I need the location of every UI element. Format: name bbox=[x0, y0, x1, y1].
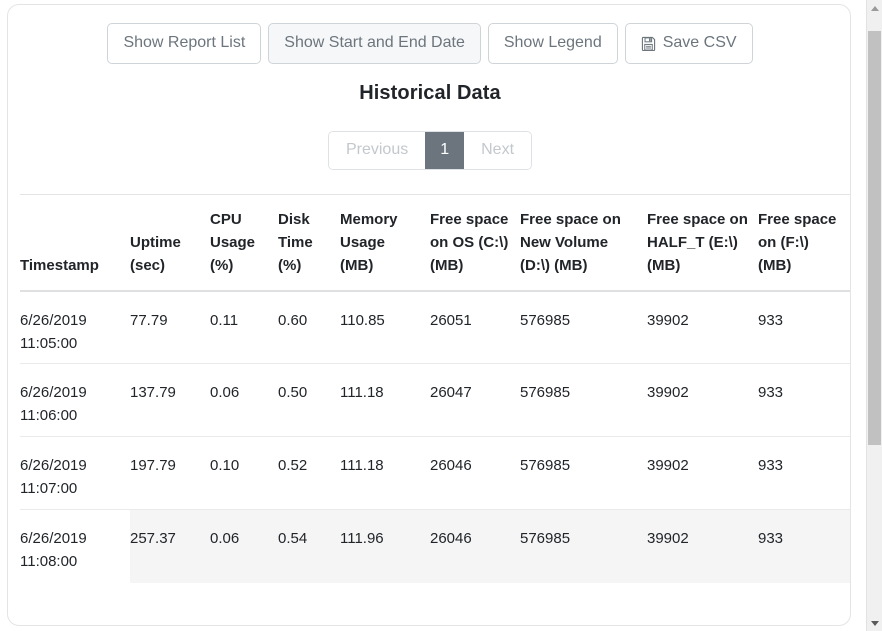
cell-free-space-f: 933 bbox=[758, 311, 784, 329]
column-header-free-space-f[interactable]: Free space on (F:\) (MB) bbox=[758, 194, 850, 292]
vertical-scrollbar[interactable] bbox=[866, 0, 882, 631]
cell-free-space-e: 39902 bbox=[647, 363, 758, 437]
cell-memory-usage: 111.96 bbox=[340, 509, 430, 583]
cell-free-space-d: 576985 bbox=[520, 311, 571, 329]
cell-uptime: 77.79 bbox=[130, 311, 168, 329]
column-header-free-space-c[interactable]: Free space on OS (C:\) (MB) bbox=[430, 194, 520, 292]
cell-timestamp: 6/26/2019 11:08:00 bbox=[20, 509, 130, 583]
pagination-group: Previous 1 Next bbox=[327, 131, 533, 170]
table-row[interactable]: 6/26/2019 11:06:00 137.79 0.06 0.50 111.… bbox=[20, 363, 850, 437]
table-header-row: Timestamp Uptime (sec) CPU Usage (%) Dis… bbox=[20, 194, 850, 292]
cell-free-space-d: 576985 bbox=[520, 509, 647, 583]
column-header-uptime[interactable]: Uptime (sec) bbox=[130, 194, 210, 292]
cell-free-space-d: 576985 bbox=[520, 436, 647, 510]
table-header: Timestamp Uptime (sec) CPU Usage (%) Dis… bbox=[20, 194, 850, 292]
scrollbar-thumb[interactable] bbox=[868, 31, 881, 445]
table-row[interactable]: 6/26/2019 11:05:00 77.79 0.11 0.60 110.8… bbox=[20, 291, 850, 364]
cell-memory-usage: 111.18 bbox=[340, 436, 430, 510]
pagination-page-1-button[interactable]: 1 bbox=[425, 132, 465, 169]
column-header-disk-time[interactable]: Disk Time (%) bbox=[278, 194, 340, 292]
save-csv-label: Save CSV bbox=[662, 34, 737, 51]
cell-free-space-f: 933 bbox=[758, 363, 850, 437]
column-header-cpu-usage[interactable]: CPU Usage (%) bbox=[210, 194, 278, 292]
cell-timestamp: 6/26/2019 11:06:00 bbox=[20, 363, 130, 437]
historical-data-card: Show Report List Show Start and End Date… bbox=[7, 4, 851, 626]
scroll-up-arrow-icon[interactable] bbox=[867, 0, 882, 16]
cell-timestamp: 6/26/2019 11:05:00 bbox=[20, 311, 87, 352]
cell-free-space-c: 26047 bbox=[430, 363, 520, 437]
cell-cpu-usage: 0.11 bbox=[210, 311, 239, 329]
pagination-previous-button[interactable]: Previous bbox=[328, 132, 426, 169]
pagination: Previous 1 Next bbox=[8, 131, 850, 170]
table-body: 6/26/2019 11:05:00 77.79 0.11 0.60 110.8… bbox=[20, 291, 850, 583]
cell-disk-time: 0.54 bbox=[278, 509, 340, 583]
page-title: Historical Data bbox=[359, 82, 501, 104]
cell-disk-time: 0.60 bbox=[278, 311, 308, 329]
cell-free-space-d: 576985 bbox=[520, 363, 647, 437]
cell-free-space-c: 26046 bbox=[430, 436, 520, 510]
toolbar: Show Report List Show Start and End Date… bbox=[8, 23, 850, 64]
cell-memory-usage: 110.85 bbox=[340, 311, 385, 329]
cell-free-space-e: 39902 bbox=[647, 311, 689, 329]
show-legend-label: Show Legend bbox=[503, 34, 602, 51]
column-header-free-space-e[interactable]: Free space on HALF_T (E:\) (MB) bbox=[647, 194, 758, 292]
cell-uptime: 257.37 bbox=[130, 509, 210, 583]
cell-cpu-usage: 0.06 bbox=[210, 509, 278, 583]
scroll-down-arrow-icon[interactable] bbox=[867, 615, 882, 631]
cell-free-space-f: 933 bbox=[758, 509, 850, 583]
cell-disk-time: 0.52 bbox=[278, 436, 340, 510]
show-report-list-button[interactable]: Show Report List bbox=[107, 23, 262, 64]
show-report-list-label: Show Report List bbox=[123, 34, 246, 51]
table-row[interactable]: 6/26/2019 11:07:00 197.79 0.10 0.52 111.… bbox=[20, 436, 850, 510]
table-row[interactable]: 6/26/2019 11:08:00 257.37 0.06 0.54 111.… bbox=[20, 509, 850, 583]
floppy-disk-icon bbox=[641, 36, 656, 51]
cell-memory-usage: 111.18 bbox=[340, 363, 430, 437]
cell-free-space-c: 26046 bbox=[430, 509, 520, 583]
cell-cpu-usage: 0.10 bbox=[210, 436, 278, 510]
column-header-memory-usage[interactable]: Memory Usage (MB) bbox=[340, 194, 430, 292]
cell-timestamp: 6/26/2019 11:07:00 bbox=[20, 436, 130, 510]
show-start-and-end-date-button[interactable]: Show Start and End Date bbox=[268, 23, 481, 64]
show-legend-button[interactable]: Show Legend bbox=[487, 23, 618, 64]
cell-free-space-f: 933 bbox=[758, 436, 850, 510]
show-start-and-end-date-label: Show Start and End Date bbox=[284, 34, 465, 51]
save-csv-button[interactable]: Save CSV bbox=[624, 23, 753, 64]
cell-uptime: 197.79 bbox=[130, 436, 210, 510]
cell-cpu-usage: 0.06 bbox=[210, 363, 278, 437]
cell-free-space-c: 26051 bbox=[430, 311, 472, 329]
historical-data-table-container: Timestamp Uptime (sec) CPU Usage (%) Dis… bbox=[20, 194, 850, 625]
pagination-next-button[interactable]: Next bbox=[464, 132, 532, 169]
cell-free-space-e: 39902 bbox=[647, 509, 758, 583]
column-header-timestamp[interactable]: Timestamp bbox=[20, 194, 130, 292]
column-header-free-space-d[interactable]: Free space on New Volume (D:\) (MB) bbox=[520, 194, 647, 292]
cell-free-space-e: 39902 bbox=[647, 436, 758, 510]
cell-disk-time: 0.50 bbox=[278, 363, 340, 437]
historical-data-table: Timestamp Uptime (sec) CPU Usage (%) Dis… bbox=[20, 194, 850, 583]
cell-uptime: 137.79 bbox=[130, 363, 210, 437]
